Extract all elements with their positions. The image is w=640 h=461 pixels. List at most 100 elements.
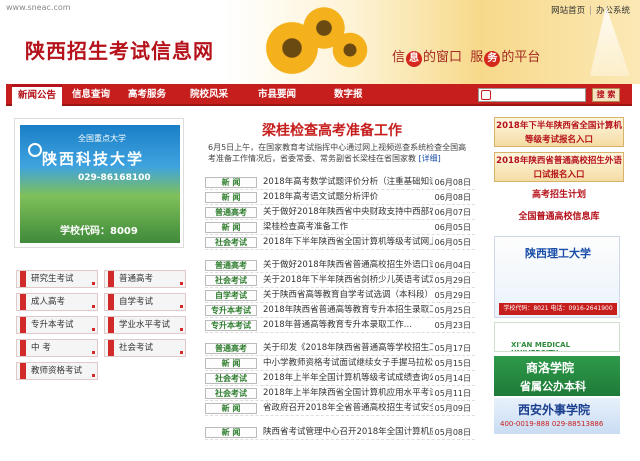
- news-title-link[interactable]: 2018年普通高等教育专升本录取工作…: [263, 318, 433, 333]
- news-title-link[interactable]: 2018年陕西省普通高等教育专升本招生录取工…: [263, 303, 433, 318]
- news-category-tag: 普通高考: [205, 343, 257, 354]
- news-category-tag: 社会考试: [205, 275, 257, 286]
- news-title-link[interactable]: 省政府召开2018年全省普通高校招生考试安全…: [263, 401, 433, 416]
- news-title-link[interactable]: 2018年高考语文试题分析评价: [263, 190, 433, 205]
- news-row[interactable]: 新 闻 2018年高考语文试题分析评价 06月08日: [205, 190, 475, 205]
- news-row[interactable]: 社会考试 2018年上半年全国计算机等级考试成绩查询公告 05月14日: [205, 371, 475, 386]
- news-category-tag: 新 闻: [205, 222, 257, 233]
- news-date: 05月29日: [434, 291, 471, 300]
- tab-news[interactable]: 新闻公告: [12, 84, 63, 106]
- news-category-tag: 专升本考试: [205, 305, 257, 316]
- news-category-tag: 社会考试: [205, 237, 257, 248]
- news-title-link[interactable]: 关于做好2018年陕西省中央财政支持中西部农…: [263, 205, 433, 220]
- news-title-link[interactable]: 陕西省考试管理中心召开2018年全国计算机应…: [263, 425, 433, 440]
- link-proficiency-exam[interactable]: 学业水平考试: [104, 316, 186, 334]
- news-title-link[interactable]: 中小学教师资格考试面试继续女子手握马拉松…: [263, 356, 433, 371]
- news-title-link[interactable]: 2018年上半年陕西省全国计算机应用水平考试…: [263, 386, 433, 401]
- computer-exam-signup-button[interactable]: 2018年下半年陕西省全国计算机等级考试报名入口: [494, 117, 624, 147]
- news-title-link[interactable]: 梁桂检查高考准备工作: [263, 220, 433, 235]
- link-zhongkao[interactable]: 中 考: [16, 339, 98, 357]
- headline-summary: 6月5日上午，在国家教育考试指挥中心通过网上视频巡查系统检查全国高考准备工作情况…: [208, 143, 467, 163]
- news-title-link[interactable]: 2018年高考数学试题评价分析（注重基础知识…: [263, 175, 433, 190]
- university-logo: [28, 143, 42, 157]
- news-title-link[interactable]: 2018年上半年全国计算机等级考试成绩查询公告: [263, 371, 433, 386]
- site-url: www.sneac.com: [6, 3, 71, 12]
- news-row[interactable]: 新 闻中小学教师资格考试面试继续女子手握马拉松… 05月15日: [205, 356, 475, 371]
- link-social-exam[interactable]: 社会考试: [104, 339, 186, 357]
- home-link[interactable]: 网站首页: [551, 6, 585, 16]
- news-list: 新 闻陕西省考试管理中心召开2018年全国计算机应… 05月08日: [205, 425, 475, 440]
- news-date: 06月04日: [434, 261, 471, 270]
- news-title-link[interactable]: 关于印发《2018年陕西省普通高等学校招生工…: [263, 341, 433, 356]
- news-date: 06月07日: [434, 208, 471, 217]
- site-title: 陕西招生考试信息网: [25, 39, 214, 63]
- ad-title: XI'AN MEDICAL UNIVERSITY: [511, 341, 571, 351]
- oral-exam-signup-button[interactable]: 2018年陕西省普通高校招生外语口试报名入口: [494, 152, 624, 182]
- ad-shangluo-univ[interactable]: 商洛学院 省属公办本科: [494, 356, 620, 396]
- slogan: 信息的窗口 服务的平台: [392, 50, 541, 67]
- ad-title: 西安外事学院: [518, 403, 591, 417]
- news-list: 普通高考 关于做好2018年陕西省普通高校招生外语口试… 06月04日 社会考试 关于2…: [205, 258, 475, 333]
- top-links: 网站首页 | 办公系统: [551, 4, 630, 16]
- news-date: 06月08日: [434, 193, 471, 202]
- ad-caption: 学校代码：8021 电话：0916-2641900: [499, 303, 617, 315]
- news-row[interactable]: 新 闻梁桂检查高考准备工作 06月05日: [205, 220, 475, 235]
- news-row[interactable]: 新 闻陕西省考试管理中心召开2018年全国计算机应… 05月08日: [205, 425, 475, 440]
- search-icon: [481, 90, 491, 100]
- link-adult-exam[interactable]: 成人高考: [16, 293, 98, 311]
- university-phone: 029-86168100: [78, 173, 151, 183]
- college-database-link[interactable]: 全国普通高校信息库: [494, 209, 624, 222]
- news-title-link[interactable]: 2018年下半年陕西省全国计算机等级考试网上…: [263, 235, 433, 250]
- news-date: 05月08日: [434, 428, 471, 437]
- link-upgrade-exam[interactable]: 专升本考试: [16, 316, 98, 334]
- news-row[interactable]: 普通高考 关于印发《2018年陕西省普通高等学校招生工… 05月17日: [205, 341, 475, 356]
- search-input[interactable]: [478, 88, 586, 102]
- news-list: 新 闻 2018年高考数学试题评价分析（注重基础知识… 06月08日新 闻 2018年…: [205, 175, 475, 250]
- office-system-link[interactable]: 办公系统: [596, 6, 630, 16]
- news-row[interactable]: 社会考试 关于2018年下半年陕西省剑桥少儿英语考试定… 05月29日: [205, 273, 475, 288]
- tab-info-query[interactable]: 信息查询: [72, 84, 110, 106]
- news-category-tag: 新 闻: [205, 427, 257, 438]
- news-date: 06月05日: [434, 223, 471, 232]
- university-code: 学校代码：8009: [60, 226, 138, 237]
- ad-title: 陕西理工大学: [525, 247, 591, 260]
- news-category-tag: 普通高考: [205, 260, 257, 271]
- link-graduate-exam[interactable]: 研究生考试: [16, 270, 98, 288]
- news-row[interactable]: 自学考试 关于陕西省高等教育自学考试选调（本科段）… 05月29日: [205, 288, 475, 303]
- news-date: 06月05日: [434, 238, 471, 247]
- search-button[interactable]: 搜 索: [592, 88, 620, 102]
- news-title-link[interactable]: 关于陕西省高等教育自学考试选调（本科段）…: [263, 288, 433, 303]
- news-category-tag: 专升本考试: [205, 320, 257, 331]
- news-row[interactable]: 普通高考 关于做好2018年陕西省中央财政支持中西部农… 06月07日: [205, 205, 475, 220]
- news-row[interactable]: 专升本考试 2018年陕西省普通高等教育专升本招生录取工… 05月25日: [205, 303, 475, 318]
- news-date: 05月14日: [434, 374, 471, 383]
- news-category-tag: 新 闻: [205, 358, 257, 369]
- more-link[interactable]: [详细]: [419, 154, 441, 163]
- ad-title: 商洛学院: [526, 361, 575, 375]
- university-name: 陕西科技大学: [42, 150, 145, 168]
- link-teacher-exam[interactable]: 教师资格考试: [16, 362, 98, 380]
- news-row[interactable]: 专升本考试 2018年普通高等教育专升本录取工作… 05月23日: [205, 318, 475, 333]
- tab-gaokao-service[interactable]: 高考服务: [128, 84, 166, 106]
- headline[interactable]: 梁桂检查高考准备工作: [262, 120, 402, 140]
- news-row[interactable]: 社会考试 2018年上半年陕西省全国计算机应用水平考试… 05月11日: [205, 386, 475, 401]
- sailboat-graphic: [590, 6, 630, 76]
- news-row[interactable]: 新 闻 2018年高考数学试题评价分析（注重基础知识… 06月08日: [205, 175, 475, 190]
- news-title-link[interactable]: 关于2018年下半年陕西省剑桥少儿英语考试定…: [263, 273, 433, 288]
- link-gaokao[interactable]: 普通高考: [104, 270, 186, 288]
- tab-college[interactable]: 院校风采: [190, 84, 228, 106]
- ad-shaanxi-univ-tech[interactable]: 陕西理工大学 学校代码：8021 电话：0916-2641900: [494, 236, 620, 318]
- tab-county-news[interactable]: 市县要闻: [258, 84, 296, 106]
- tab-digital-paper[interactable]: 数字报: [334, 84, 363, 106]
- news-row[interactable]: 普通高考 关于做好2018年陕西省普通高校招生外语口试… 06月04日: [205, 258, 475, 273]
- ad-xian-international[interactable]: 西安外事学院 400-0019-888 029-88513886: [494, 398, 620, 434]
- ad-xian-medical[interactable]: XI'AN MEDICAL UNIVERSITY: [494, 322, 620, 352]
- news-date: 05月15日: [434, 359, 471, 368]
- featured-university-box: 全国重点大学 陕西科技大学 029-86168100 学校代码：8009: [14, 118, 184, 248]
- news-row[interactable]: 新 闻省政府召开2018年全省普通高校招生考试安全… 05月09日: [205, 401, 475, 416]
- university-banner[interactable]: 全国重点大学 陕西科技大学 029-86168100 学校代码：8009: [20, 125, 180, 243]
- link-self-study-exam[interactable]: 自学考试: [104, 293, 186, 311]
- news-title-link[interactable]: 关于做好2018年陕西省普通高校招生外语口试…: [263, 258, 433, 273]
- admission-plan-link[interactable]: 高考招生计划: [494, 187, 624, 200]
- news-row[interactable]: 社会考试 2018年下半年陕西省全国计算机等级考试网上… 06月05日: [205, 235, 475, 250]
